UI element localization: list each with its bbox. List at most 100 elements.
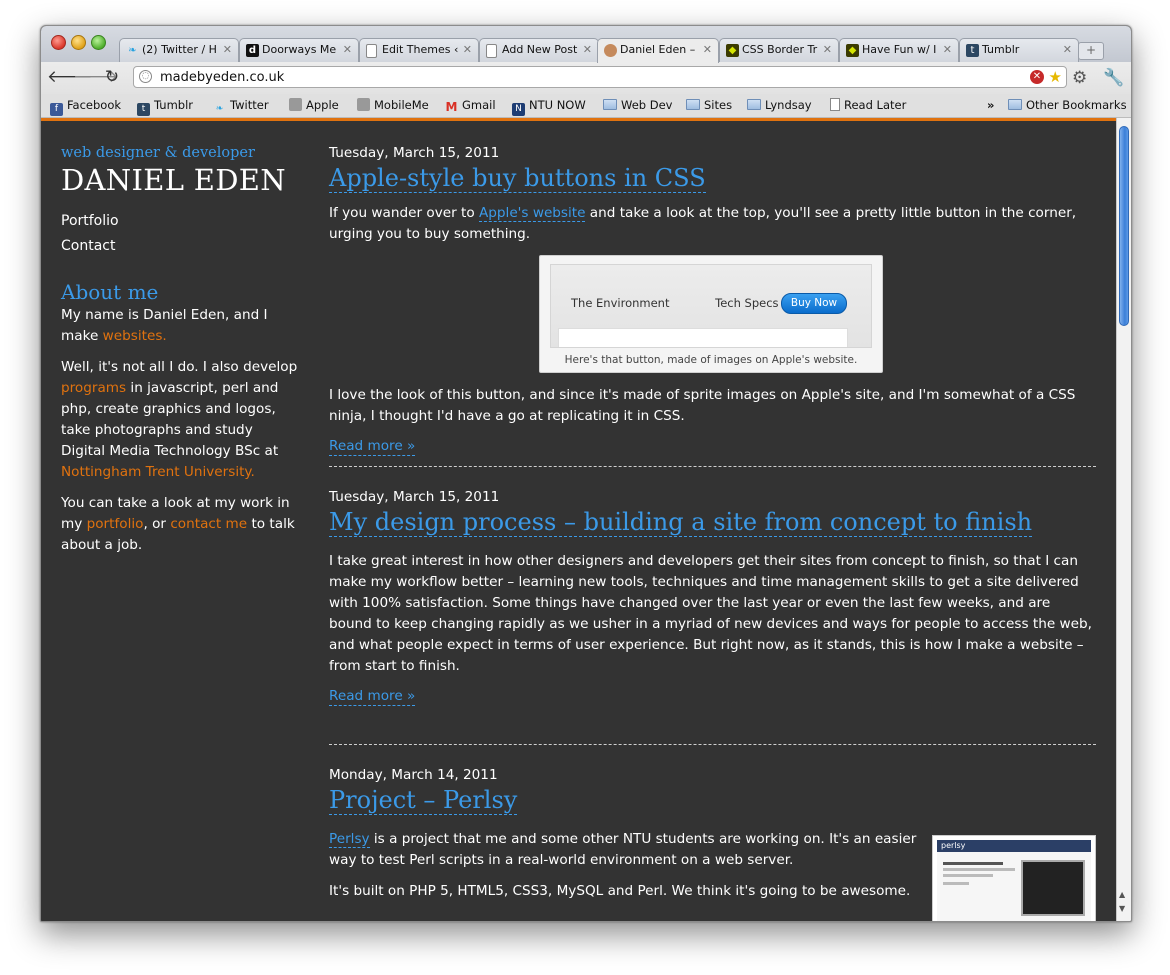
apple-icon — [289, 98, 302, 111]
bookmark-gmail[interactable]: M Gmail — [445, 98, 496, 114]
post: Tuesday, March 15, 2011 Apple-style buy … — [329, 145, 1096, 456]
bookmark-label: NTU NOW — [529, 98, 586, 112]
scrollbar-thumb[interactable] — [1119, 126, 1129, 326]
bookmark-twitter[interactable]: ❧ Twitter — [213, 98, 269, 116]
avatar-icon — [604, 44, 617, 57]
post: Tuesday, March 15, 2011 My design proces… — [329, 489, 1096, 706]
figure-panel — [558, 328, 848, 347]
window-zoom-button[interactable] — [91, 35, 106, 50]
figure-image: The Environment Tech Specs Buy Now — [550, 264, 872, 348]
programs-link[interactable]: programs — [61, 380, 126, 396]
address-bar[interactable]: ◌ ✕ ★ — [133, 66, 1067, 88]
bookmarks-overflow-chevron[interactable]: » — [987, 98, 994, 112]
other-bookmarks[interactable]: Other Bookmarks — [1008, 98, 1127, 112]
ntu-link[interactable]: Nottingham Trent University. — [61, 464, 255, 480]
tab-twitter[interactable]: ❧ (2) Twitter / H ✕ — [119, 38, 239, 62]
bookmark-web-dev[interactable]: Web Dev — [603, 98, 672, 112]
scroll-up-icon[interactable]: ▲ — [1119, 890, 1125, 899]
read-more-link[interactable]: Read more » — [329, 437, 416, 456]
post-title-link[interactable]: Apple-style buy buttons in CSS — [329, 165, 706, 193]
about-paragraph-1: My name is Daniel Eden, and I make websi… — [61, 305, 301, 347]
portfolio-link[interactable]: portfolio — [87, 516, 144, 532]
scroll-down-icon[interactable]: ▼ — [1119, 904, 1125, 913]
post-date: Tuesday, March 15, 2011 — [329, 489, 500, 505]
bookmark-label: Twitter — [230, 98, 269, 112]
window-minimize-button[interactable] — [71, 35, 86, 50]
tab-css-border[interactable]: ◆ CSS Border Tr ✕ — [719, 38, 839, 62]
bookmark-tumblr[interactable]: t Tumblr — [137, 98, 193, 116]
reload-icon[interactable]: ↻ — [101, 67, 123, 87]
tab-close-icon[interactable]: ✕ — [1063, 43, 1072, 56]
url-input[interactable] — [160, 70, 980, 85]
stop-extension-icon[interactable]: ✕ — [1030, 70, 1044, 84]
tab-doorways[interactable]: d Doorways Me ✕ — [239, 38, 359, 62]
tab-close-icon[interactable]: ✕ — [823, 43, 832, 56]
nav-portfolio-link[interactable]: Portfolio — [61, 213, 301, 229]
tab-label: Edit Themes ‹ — [382, 43, 459, 56]
page-viewport: web designer & developer DANIEL EDEN Por… — [41, 118, 1116, 921]
tab-edit-themes[interactable]: Edit Themes ‹ ✕ — [359, 38, 479, 62]
post-body: I love the look of this button, and sinc… — [329, 387, 1076, 424]
vertical-scrollbar[interactable]: ▲ ▼ — [1116, 118, 1131, 921]
tab-close-icon[interactable]: ✕ — [223, 43, 232, 56]
forward-icon[interactable]: 🡒 — [73, 67, 119, 87]
bookmark-label: Web Dev — [621, 98, 673, 112]
bookmark-label: Gmail — [462, 98, 496, 112]
bookmark-label: Other Bookmarks — [1026, 98, 1127, 112]
tab-label: (2) Twitter / H — [142, 43, 217, 56]
bookmark-ntu-now[interactable]: N NTU NOW — [512, 98, 586, 116]
about-paragraph-3: You can take a look at my work in my por… — [61, 493, 301, 556]
tab-tumblr[interactable]: t Tumblr ✕ — [959, 38, 1079, 62]
settings-gear-icon[interactable]: ⚙ — [1072, 68, 1087, 88]
page-icon — [486, 44, 497, 58]
post-text: is a project that me and some other NTU … — [329, 831, 917, 868]
back-icon[interactable]: 🡐 — [47, 67, 93, 87]
tab-close-icon[interactable]: ✕ — [583, 43, 592, 56]
bookmark-lyndsay[interactable]: Lyndsay — [747, 98, 812, 112]
page-icon — [830, 98, 840, 111]
nav-contact-link[interactable]: Contact — [61, 238, 301, 254]
bookmark-apple[interactable]: Apple — [289, 98, 339, 112]
buy-now-button: Buy Now — [781, 293, 847, 314]
post-divider — [329, 466, 1096, 467]
tab-close-icon[interactable]: ✕ — [703, 43, 712, 56]
window-close-button[interactable] — [51, 35, 66, 50]
bookmark-star-icon[interactable]: ★ — [1049, 68, 1062, 86]
tab-have-fun[interactable]: ◆ Have Fun w/ I ✕ — [839, 38, 959, 62]
bookmark-mobileme[interactable]: MobileMe — [357, 98, 429, 112]
post-text: If you wander over to — [329, 205, 479, 221]
folder-icon — [1008, 99, 1022, 110]
tab-strip: ❧ (2) Twitter / H ✕ d Doorways Me ✕ Edit… — [41, 26, 1131, 63]
post-body: I take great interest in how other desig… — [329, 553, 1092, 674]
site-title[interactable]: DANIEL EDEN — [61, 163, 301, 197]
about-text: Well, it's not all I do. I also develop — [61, 359, 298, 375]
post-intro: Perlsy is a project that me and some oth… — [329, 829, 919, 871]
bookmark-facebook[interactable]: f Facebook — [50, 98, 121, 116]
post-title-link[interactable]: Project – Perlsy — [329, 787, 518, 815]
twitter-bird-icon: ❧ — [215, 104, 224, 114]
perlsy-link[interactable]: Perlsy — [329, 831, 370, 848]
wrench-icon[interactable]: 🔧 — [1103, 68, 1124, 88]
tab-label: Doorways Me — [262, 43, 337, 56]
post-date: Tuesday, March 15, 2011 — [329, 145, 500, 161]
post-title-link[interactable]: My design process – building a site from… — [329, 509, 1033, 537]
globe-icon: ◌ — [139, 70, 152, 83]
perlsy-thumbnail[interactable]: perlsy — [932, 835, 1096, 921]
apple-website-link[interactable]: Apple's website — [478, 205, 586, 222]
contact-me-link[interactable]: contact me — [170, 516, 247, 532]
facebook-icon: f — [50, 103, 63, 116]
read-more-link[interactable]: Read more » — [329, 687, 416, 706]
bookmark-read-later[interactable]: Read Later — [830, 98, 906, 112]
bookmark-label: Facebook — [67, 98, 122, 112]
tab-add-new-post[interactable]: Add New Post ✕ — [479, 38, 599, 62]
bookmark-sites[interactable]: Sites — [686, 98, 732, 112]
tab-close-icon[interactable]: ✕ — [463, 43, 472, 56]
about-paragraph-2: Well, it's not all I do. I also develop … — [61, 357, 301, 483]
bookmarks-bar: f Facebook t Tumblr ❧ Twitter Apple MobileM… — [41, 94, 1131, 118]
tab-close-icon[interactable]: ✕ — [343, 43, 352, 56]
websites-link[interactable]: websites. — [103, 328, 167, 344]
tab-close-icon[interactable]: ✕ — [943, 43, 952, 56]
post-intro: If you wander over to Apple's website an… — [329, 203, 1096, 245]
new-tab-button[interactable]: + — [1078, 42, 1104, 60]
tab-daniel-eden[interactable]: Daniel Eden – ✕ — [597, 38, 719, 63]
